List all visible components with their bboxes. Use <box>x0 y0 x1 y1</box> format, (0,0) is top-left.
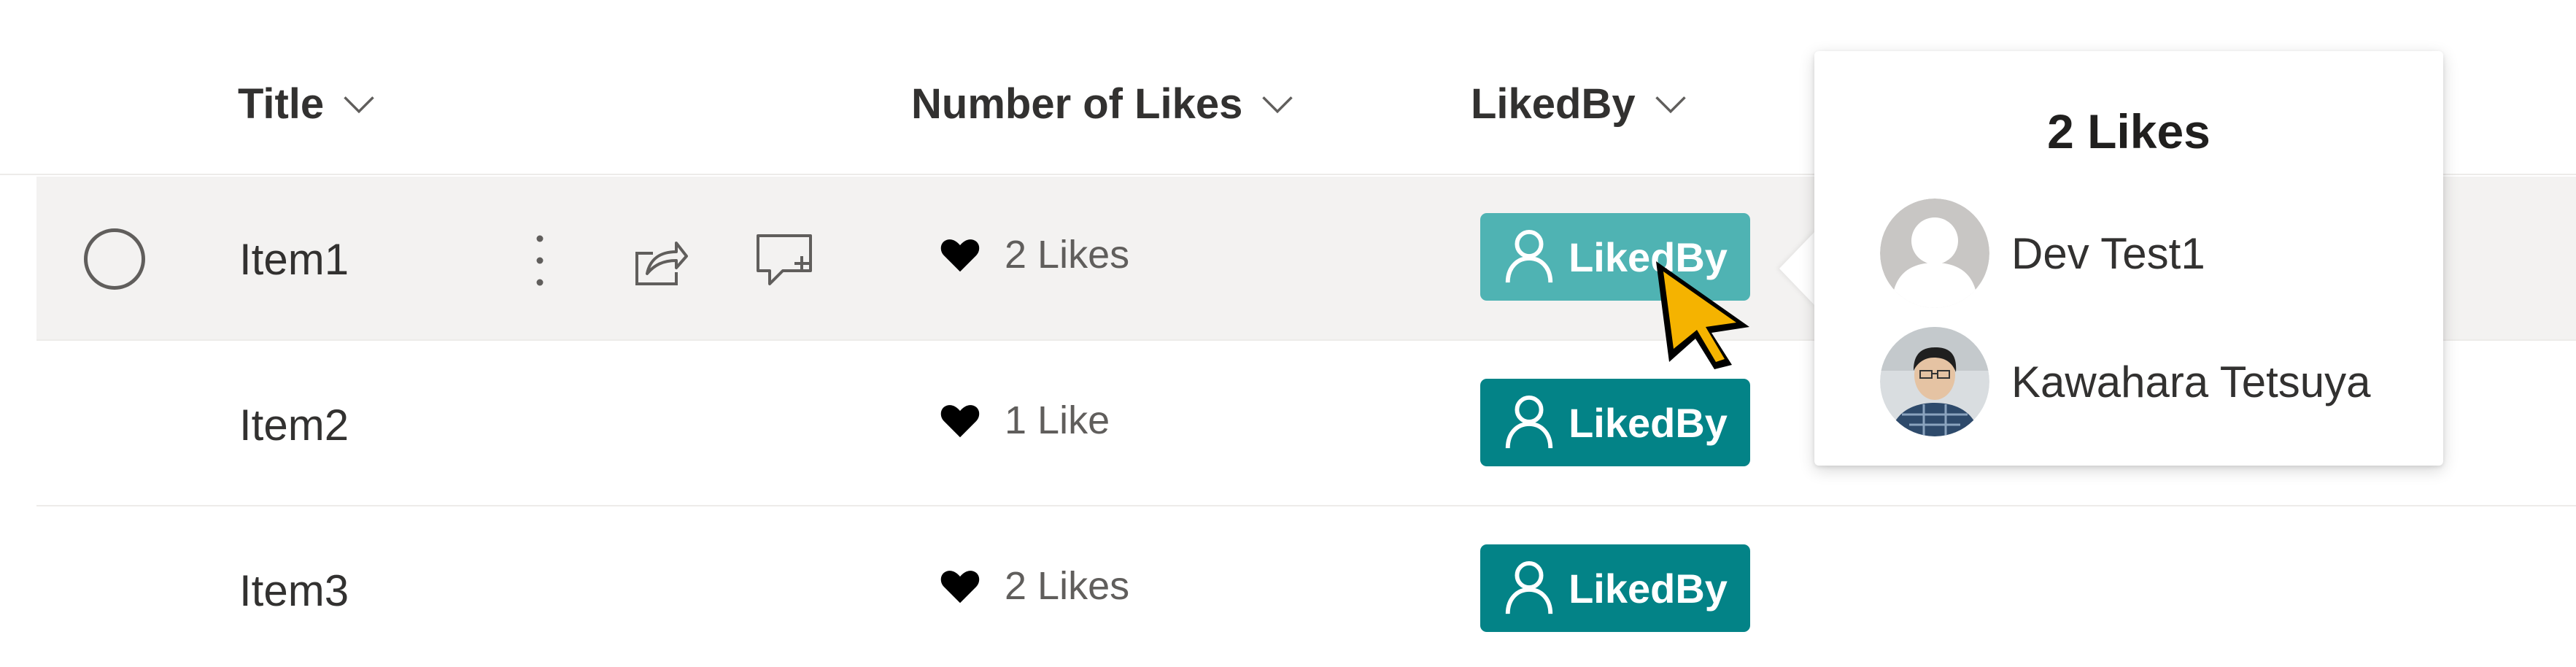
person-icon <box>1505 229 1553 283</box>
callout-beak <box>1779 231 1816 306</box>
column-header-likedby[interactable]: LikedBy <box>1471 73 1690 134</box>
heart-icon[interactable] <box>937 563 983 609</box>
mouse-pointer-icon <box>1656 261 1749 369</box>
chevron-down-icon <box>344 96 374 114</box>
heart-icon[interactable] <box>937 232 983 277</box>
heart-icon[interactable] <box>937 398 983 443</box>
row-select-radio[interactable] <box>84 228 145 290</box>
row-title[interactable]: Item1 <box>239 229 349 289</box>
person-item[interactable]: Dev Test1 <box>1880 198 2205 308</box>
column-header-title[interactable]: Title <box>238 73 378 134</box>
photo-avatar <box>1880 327 1989 436</box>
likedby-callout: 2 Likes Dev Test1 Kawahara Tetsuya <box>1814 51 2443 466</box>
column-header-title-label: Title <box>238 80 325 128</box>
share-button[interactable] <box>627 228 693 293</box>
column-header-number-of-likes[interactable]: Number of Likes <box>911 73 1296 134</box>
row-title[interactable]: Item3 <box>239 560 349 620</box>
likes-cell: 2 Likes <box>937 553 1129 619</box>
person-icon <box>1505 560 1553 614</box>
row-title[interactable]: Item2 <box>239 395 349 455</box>
person-name: Dev Test1 <box>2011 228 2205 278</box>
comment-add-icon <box>757 234 812 285</box>
likedby-button-label: LikedBy <box>1569 399 1728 446</box>
person-name: Kawahara Tetsuya <box>2011 357 2371 406</box>
table-row[interactable]: Item3 2 Likes LikedBy <box>36 508 2576 667</box>
person-item[interactable]: Kawahara Tetsuya <box>1880 327 2371 436</box>
likes-cell: 2 Likes <box>937 222 1129 288</box>
callout-title: 2 Likes <box>2047 104 2211 158</box>
share-icon <box>635 242 688 285</box>
chevron-down-icon <box>1655 96 1686 114</box>
column-header-likedby-label: LikedBy <box>1471 80 1636 128</box>
person-icon <box>1505 395 1553 449</box>
likes-count: 1 Like <box>1005 398 1110 442</box>
default-person-avatar <box>1880 198 1989 308</box>
likes-cell: 1 Like <box>937 388 1110 453</box>
add-comment-button[interactable] <box>751 228 817 293</box>
likes-count: 2 Likes <box>1005 564 1130 608</box>
likedby-button[interactable]: LikedBy <box>1480 544 1750 632</box>
column-header-likes-label: Number of Likes <box>911 80 1243 128</box>
more-vertical-icon <box>536 235 544 286</box>
likedby-button-label: LikedBy <box>1569 565 1728 612</box>
chevron-down-icon <box>1262 96 1293 114</box>
likedby-button[interactable]: LikedBy <box>1480 379 1750 466</box>
likes-count: 2 Likes <box>1005 233 1130 277</box>
more-actions-button[interactable] <box>507 228 573 293</box>
